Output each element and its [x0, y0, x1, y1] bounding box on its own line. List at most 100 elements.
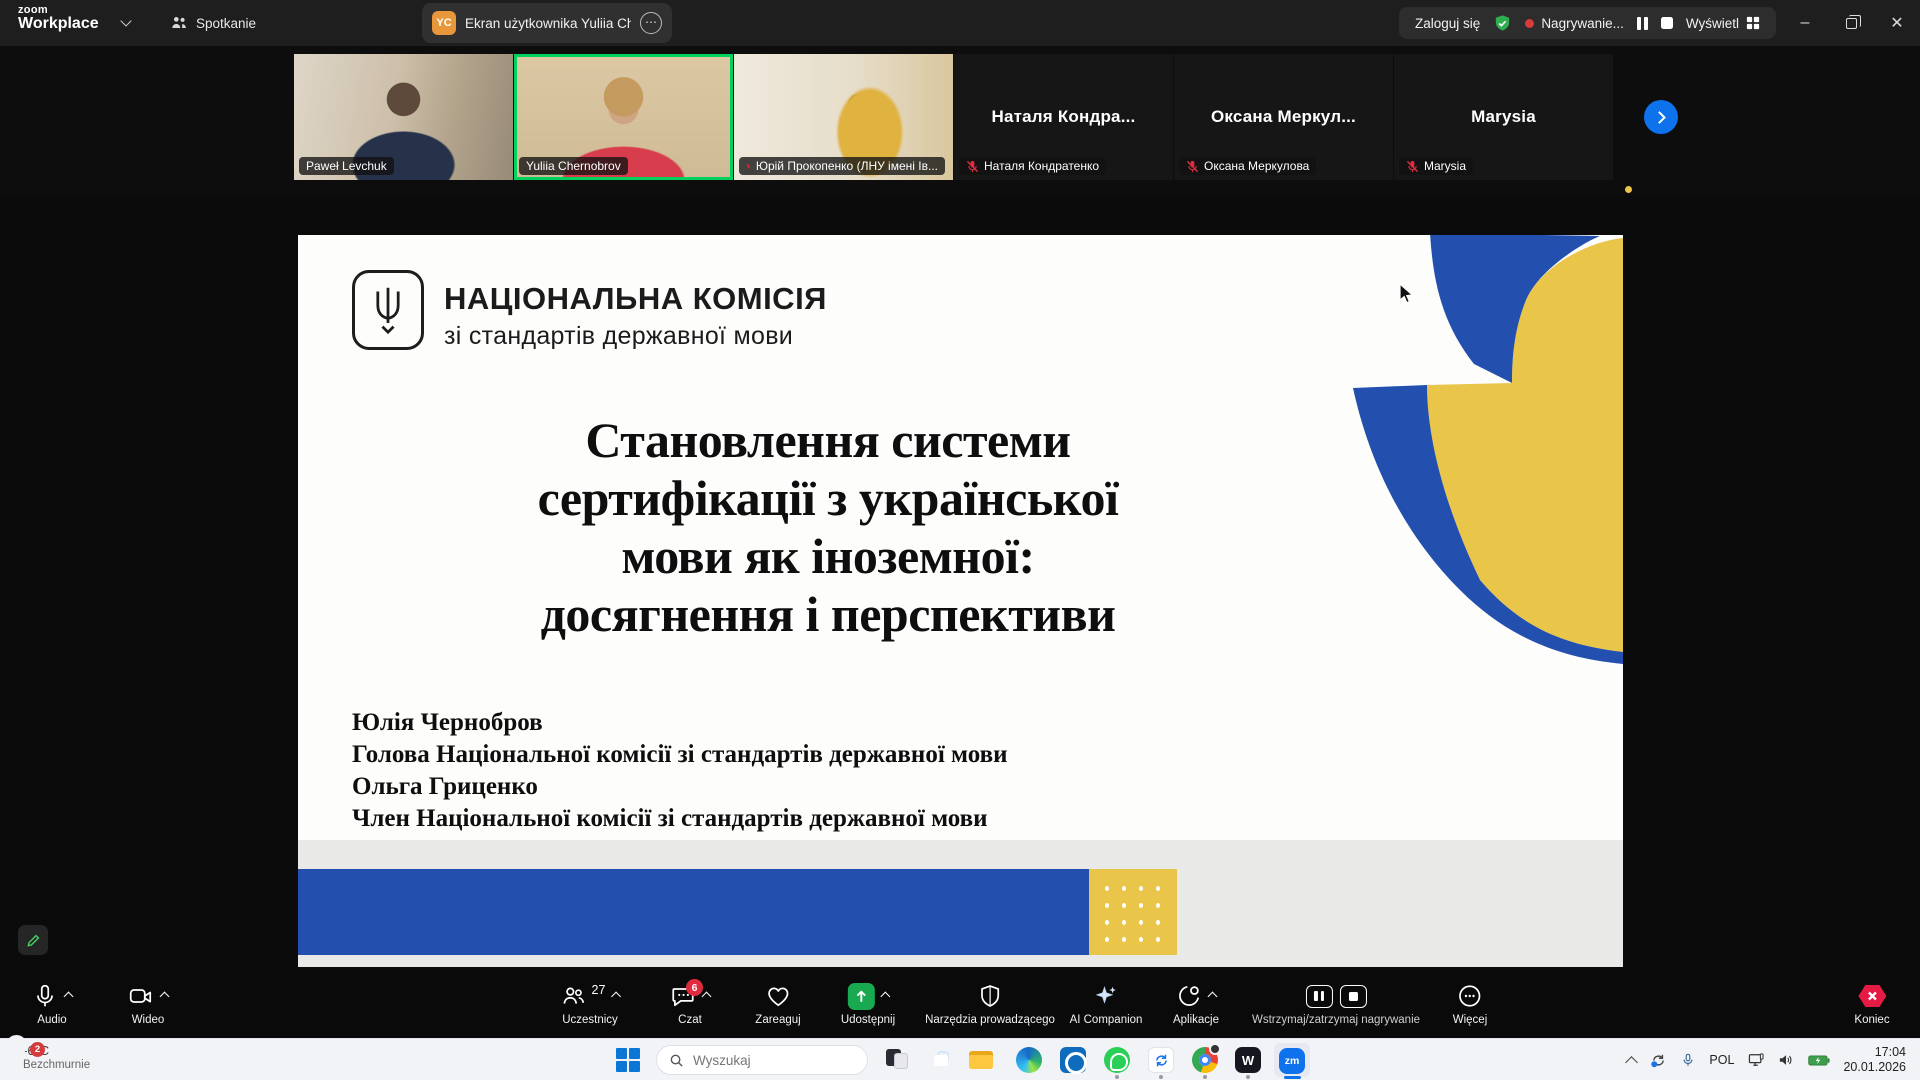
leave-meeting-icon — [1857, 983, 1887, 1009]
toolbar-video[interactable]: Wideo — [128, 982, 168, 1026]
tray-volume-icon[interactable] — [1771, 1039, 1801, 1080]
chrome-icon[interactable] — [1192, 1047, 1218, 1073]
annotation-tools-button[interactable] — [18, 925, 48, 955]
participant-name-chip: Yuliia Chernobrov — [519, 157, 628, 175]
tray-sync-icon[interactable] — [1643, 1039, 1674, 1080]
whatsapp-icon[interactable] — [1104, 1047, 1130, 1073]
workspace-chevron-down-icon[interactable] — [120, 15, 131, 26]
apps-label: Aplikacje — [1173, 1014, 1219, 1026]
share-indicator-dot — [1625, 186, 1632, 193]
slide-authors: Юлія Чернобров Голова Національної коміс… — [352, 707, 1008, 835]
share-options-chevron-icon[interactable] — [880, 991, 890, 1001]
toolbar-more[interactable]: Więcej — [1453, 982, 1488, 1026]
org-header: НАЦІОНАЛЬНА КОМІСІЯ зі стандартів держав… — [444, 281, 827, 351]
tray-clock[interactable]: 17:04 20.01.2026 — [1837, 1045, 1920, 1075]
national-commission-logo — [352, 270, 424, 350]
mouse-cursor — [1398, 283, 1416, 305]
search-input[interactable] — [693, 1053, 843, 1068]
host-tools-label: Narzędzia prowadzącego — [925, 1014, 1055, 1026]
slide-title: Становлення системи сертифікації з украї… — [318, 411, 1338, 643]
tray-show-hidden-icons[interactable] — [1620, 1039, 1643, 1080]
tab-screen-share[interactable]: YC Ekran użytkownika Yuliia Chernob ⋯ — [422, 3, 672, 43]
name-tile-oksana[interactable]: Оксана Меркул... Оксана Меркулова — [1174, 54, 1393, 180]
tryzub-trident-icon — [369, 285, 407, 335]
tray-language-indicator[interactable]: POL — [1702, 1039, 1741, 1080]
name-tile-natalia[interactable]: Наталя Кондра... Наталя Кондратенко — [954, 54, 1173, 180]
toolbar-participants[interactable]: 27 Uczestnicy — [561, 982, 620, 1026]
more-ellipsis-icon — [1457, 983, 1483, 1009]
toolbar-host-tools[interactable]: Narzędzia prowadzącego — [925, 982, 1055, 1026]
toolbar-audio[interactable]: Audio — [32, 982, 72, 1026]
recording-label: Nagrywanie... — [1541, 16, 1624, 31]
security-shield-icon[interactable] — [1493, 14, 1512, 33]
name-tile-marysia[interactable]: Marysia Marysia — [1394, 54, 1613, 180]
restore-button[interactable] — [1828, 0, 1874, 46]
taskbar-search[interactable] — [656, 1045, 868, 1075]
zoom-workplace-logo: zoom Workplace — [18, 4, 99, 33]
toolbar-ai-companion[interactable]: AI Companion — [1070, 982, 1143, 1026]
recording-dot-icon — [1525, 19, 1534, 28]
microsoft-store-icon[interactable] — [928, 1047, 954, 1073]
taskbar-weather-widget[interactable]: 2 -6°C Bezchmurnie — [14, 1043, 90, 1071]
participants-chevron-icon[interactable] — [611, 991, 621, 1001]
apps-icon — [1176, 983, 1202, 1009]
zoom-app-icon[interactable]: zm — [1279, 1047, 1305, 1073]
tray-microphone-icon[interactable] — [1674, 1039, 1702, 1080]
tray-time: 17:04 — [1843, 1045, 1906, 1060]
chevron-right-icon — [1653, 111, 1666, 124]
ai-companion-sparkle-icon — [1093, 983, 1119, 1009]
participant-name: Yuliia Chernobrov — [526, 159, 621, 173]
chat-chevron-icon[interactable] — [702, 991, 712, 1001]
view-button[interactable]: Wyświetl — [1686, 16, 1760, 31]
participant-name-chip: Paweł Levchuk — [299, 157, 394, 175]
task-view-button[interactable] — [884, 1047, 910, 1073]
mic-muted-icon — [746, 160, 751, 173]
stop-recording-button[interactable] — [1339, 985, 1366, 1008]
login-button[interactable]: Zaloguj się — [1415, 16, 1480, 31]
video-tile-yurii[interactable]: Юрій Прокопенко (ЛНУ імені Ів... — [734, 54, 953, 180]
start-button[interactable] — [616, 1048, 640, 1072]
toolbar-chat[interactable]: 6 Czat — [670, 982, 710, 1026]
titlebar-controls: Zaloguj się Nagrywanie... Wyświetl — [1399, 7, 1776, 39]
tray-battery-icon[interactable] — [1801, 1039, 1837, 1080]
outlook-icon[interactable] — [1060, 1047, 1086, 1073]
more-label: Więcej — [1453, 1014, 1488, 1026]
toolbar-record-control[interactable]: Wstrzymaj/zatrzymaj nagrywanie — [1252, 982, 1420, 1026]
author2-role: Член Національної комісії зі стандартів … — [352, 803, 1008, 835]
toolbar-leave-meeting[interactable]: Koniec — [1854, 982, 1889, 1026]
toolbar-share-screen[interactable]: Udostępnij — [841, 982, 895, 1026]
sync-app-icon[interactable] — [1148, 1047, 1174, 1073]
pause-recording-icon[interactable] — [1637, 17, 1648, 30]
toolbar-apps[interactable]: Aplikacje — [1173, 982, 1219, 1026]
tray-network-icon[interactable] — [1741, 1039, 1771, 1080]
org-name-line2: зі стандартів державної мови — [444, 322, 827, 351]
leave-label: Koniec — [1854, 1014, 1889, 1026]
weather-alert-badge: 2 — [30, 1042, 45, 1057]
video-tile-yuliia-active-speaker[interactable]: Yuliia Chernobrov — [514, 54, 733, 180]
mic-muted-icon — [966, 160, 979, 173]
close-button[interactable]: ✕ — [1874, 0, 1920, 46]
minimize-button[interactable]: – — [1782, 0, 1828, 46]
participants-count: 27 — [592, 983, 606, 997]
apps-chevron-icon[interactable] — [1208, 991, 1218, 1001]
pencil-icon — [26, 933, 41, 948]
next-participants-button[interactable] — [1644, 100, 1678, 134]
tab-meeting[interactable]: Spotkanie — [160, 0, 266, 46]
audio-options-chevron-icon[interactable] — [64, 991, 74, 1001]
file-explorer-icon[interactable] — [968, 1047, 994, 1073]
edge-browser-icon[interactable] — [1016, 1047, 1042, 1073]
video-label: Wideo — [132, 1014, 165, 1026]
video-options-chevron-icon[interactable] — [160, 991, 170, 1001]
dot-grid-decoration — [1105, 886, 1160, 942]
host-tools-shield-icon — [977, 983, 1003, 1009]
record-control-label: Wstrzymaj/zatrzymaj nagrywanie — [1252, 1014, 1420, 1026]
toolbar-react[interactable]: Zareaguj — [755, 982, 800, 1026]
tab-options-icon[interactable]: ⋯ — [640, 12, 662, 34]
video-tile-pawel[interactable]: Paweł Levchuk — [294, 54, 513, 180]
stop-recording-icon[interactable] — [1661, 17, 1673, 29]
window-controls: – ✕ — [1782, 0, 1920, 46]
system-tray: POL 17:04 20.01.2026 — [1620, 1039, 1920, 1080]
org-name-line1: НАЦІОНАЛЬНА КОМІСІЯ — [444, 281, 827, 317]
pause-recording-button[interactable] — [1305, 985, 1332, 1008]
webex-app-icon[interactable]: W — [1235, 1047, 1261, 1073]
